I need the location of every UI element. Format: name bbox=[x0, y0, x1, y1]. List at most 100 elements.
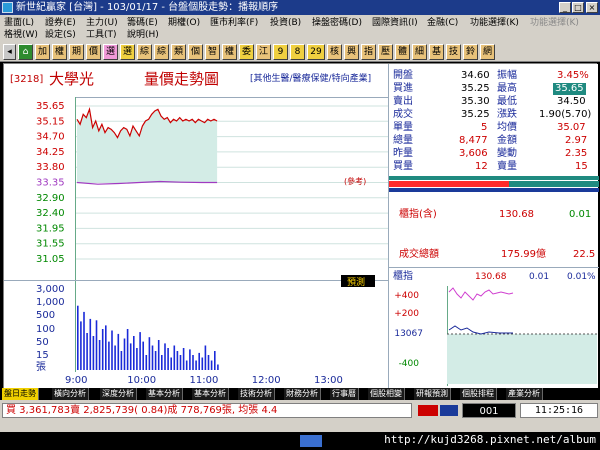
volume-bar bbox=[154, 351, 157, 370]
tab-technical[interactable]: 技術分析 bbox=[238, 388, 275, 400]
tab-calendar[interactable]: 行事曆 bbox=[330, 388, 359, 400]
volume-tick-label: 張 bbox=[36, 361, 46, 373]
quote-row-unit: 單量 5 均價 35.07 bbox=[393, 122, 586, 133]
mini-index-label: 櫃指 bbox=[393, 271, 413, 282]
tool-button-24[interactable]: 基 bbox=[429, 44, 444, 60]
menu-forex[interactable]: 匯市利率(F) bbox=[210, 17, 258, 29]
close-button[interactable]: × bbox=[586, 2, 598, 13]
tool-button-25[interactable]: 技 bbox=[446, 44, 461, 60]
home-icon[interactable]: ⌂ bbox=[18, 44, 33, 60]
menu-screen[interactable]: 畫面(L) bbox=[4, 17, 34, 29]
menu-chips[interactable]: 籌碼(E) bbox=[127, 17, 158, 29]
tab-research[interactable]: 研報預測 bbox=[414, 388, 451, 400]
volume-bar bbox=[108, 341, 110, 370]
menu-settings[interactable]: 設定(S) bbox=[45, 29, 76, 41]
tool-button-8[interactable]: 綜 bbox=[154, 44, 169, 60]
menu-help[interactable]: 說明(H) bbox=[127, 29, 159, 41]
tab-industry[interactable]: 產業分析 bbox=[506, 388, 543, 400]
tool-button-27[interactable]: 網 bbox=[480, 44, 495, 60]
tab-intraday[interactable]: 盤日走勢 bbox=[2, 388, 39, 400]
quote-row-buysell: 買量 12 賣量 15 bbox=[393, 161, 588, 172]
tab-schedule[interactable]: 個股排程 bbox=[460, 388, 497, 400]
predict-label: 預測 bbox=[347, 276, 365, 288]
tool-button-5[interactable]: 選 bbox=[103, 44, 118, 60]
tool-button-11[interactable]: 智 bbox=[205, 44, 220, 60]
price-tick-label: 32.90 bbox=[36, 193, 65, 204]
tool-button-1[interactable]: 加 bbox=[35, 44, 50, 60]
tool-button-13[interactable]: 委 bbox=[239, 44, 254, 60]
watermark-url: http://kujd3268.pixnet.net/album bbox=[384, 433, 596, 446]
volume-bar bbox=[86, 333, 88, 370]
tool-button-6[interactable]: 選 bbox=[120, 44, 135, 60]
bidask-bar-top bbox=[389, 176, 599, 180]
menu-tools[interactable]: 工具(T) bbox=[86, 29, 117, 41]
index-row: 櫃指(含) 130.68 0.01 bbox=[389, 209, 599, 223]
tab-basic-1[interactable]: 基本分析 bbox=[146, 388, 183, 400]
volume-bar bbox=[214, 351, 216, 370]
tool-button-16[interactable]: 8 bbox=[290, 44, 305, 60]
volume-bar bbox=[77, 305, 79, 370]
tab-basic-2[interactable]: 基本分析 bbox=[192, 388, 229, 400]
tool-button-7[interactable]: 綜 bbox=[137, 44, 152, 60]
tool-button-15[interactable]: 9 bbox=[273, 44, 288, 60]
menu-invest[interactable]: 投資(B) bbox=[270, 17, 301, 29]
tab-horizontal[interactable]: 橫向分析 bbox=[52, 388, 89, 400]
tool-button-12[interactable]: 權 bbox=[222, 44, 237, 60]
volume-bar bbox=[164, 343, 166, 370]
tool-button-10[interactable]: 個 bbox=[188, 44, 203, 60]
menu-view[interactable]: 格視(W) bbox=[4, 29, 38, 41]
price-volume-chart[interactable]: [3218] 大學光 量價走勢圖 [其他生醫/醫療保健/特向產業] 35.653… bbox=[4, 64, 388, 389]
volume-bar bbox=[123, 338, 126, 370]
trade-summary: 買 3,361,783賣 2,825,739( 0.84)成 778,769張,… bbox=[2, 403, 412, 418]
menu-major[interactable]: 主力(U) bbox=[86, 17, 118, 29]
mini-index-chart[interactable]: +400 +200 13067 -400 bbox=[389, 284, 599, 389]
price-tick-label: 32.40 bbox=[36, 208, 65, 219]
quote-row-open: 開盤 34.60 振幅 3.45% bbox=[393, 70, 589, 81]
volume-tick-label: 500 bbox=[36, 310, 55, 321]
price-tick-label: 31.55 bbox=[36, 239, 65, 250]
price-tick-label: 31.95 bbox=[36, 223, 65, 234]
mini-tick-base: 13067 bbox=[394, 329, 423, 339]
tool-button-2[interactable]: 權 bbox=[52, 44, 67, 60]
tool-button-20[interactable]: 指 bbox=[361, 44, 376, 60]
tool-button-9[interactable]: 類 bbox=[171, 44, 186, 60]
main-panel: [3218] 大學光 量價走勢圖 [其他生醫/醫療保健/特向產業] 35.65 3… bbox=[3, 63, 599, 389]
maximize-button[interactable]: □ bbox=[572, 2, 584, 13]
tool-button-19[interactable]: 興 bbox=[344, 44, 359, 60]
back-icon[interactable]: ◂ bbox=[3, 44, 16, 60]
volume-bar bbox=[151, 345, 154, 370]
volume-bar bbox=[145, 355, 148, 370]
tool-button-18[interactable]: 核 bbox=[327, 44, 342, 60]
volume-bar bbox=[185, 360, 188, 370]
turnover-value: 175.99億 bbox=[501, 249, 546, 260]
tool-button-21[interactable]: 壓 bbox=[378, 44, 393, 60]
tool-button-4[interactable]: 價 bbox=[86, 44, 101, 60]
volume-bar bbox=[217, 364, 219, 370]
menu-trading-code[interactable]: 操盤密碼(D) bbox=[312, 17, 362, 29]
tab-financial[interactable]: 財務分析 bbox=[284, 388, 321, 400]
menu-functions[interactable]: 功能選擇(K) bbox=[470, 17, 519, 29]
tab-stock-change[interactable]: 個股相變 bbox=[368, 388, 405, 400]
menu-international[interactable]: 國際資訊(I) bbox=[372, 17, 418, 29]
menu-options[interactable]: 期權(O) bbox=[168, 17, 200, 29]
chart-separator bbox=[4, 280, 388, 281]
tool-button-17[interactable]: 29 bbox=[307, 44, 325, 60]
tool-button-3[interactable]: 期 bbox=[69, 44, 84, 60]
tool-button-22[interactable]: 體 bbox=[395, 44, 410, 60]
tab-depth[interactable]: 深度分析 bbox=[100, 388, 137, 400]
mini-index-change: 0.01 bbox=[529, 272, 550, 282]
quote-row-bid: 買進 35.25 最高 35.65 bbox=[393, 83, 586, 95]
volume-bar bbox=[207, 355, 210, 370]
tray-icon[interactable] bbox=[300, 435, 322, 447]
tool-button-26[interactable]: 鈴 bbox=[463, 44, 478, 60]
turnover-row: 成交總額 175.99億 22.5 bbox=[389, 249, 599, 263]
tool-button-23[interactable]: 細 bbox=[412, 44, 427, 60]
menu-finance[interactable]: 金融(C) bbox=[427, 17, 458, 29]
status-red-flag bbox=[418, 405, 438, 416]
volume-tick-label: 15 bbox=[36, 350, 49, 361]
volume-bar bbox=[139, 332, 141, 370]
menu-securities[interactable]: 證券(E) bbox=[45, 17, 76, 29]
volume-bar bbox=[182, 348, 185, 370]
tool-button-14[interactable]: 江 bbox=[256, 44, 271, 60]
minimize-button[interactable]: _ bbox=[559, 2, 571, 13]
